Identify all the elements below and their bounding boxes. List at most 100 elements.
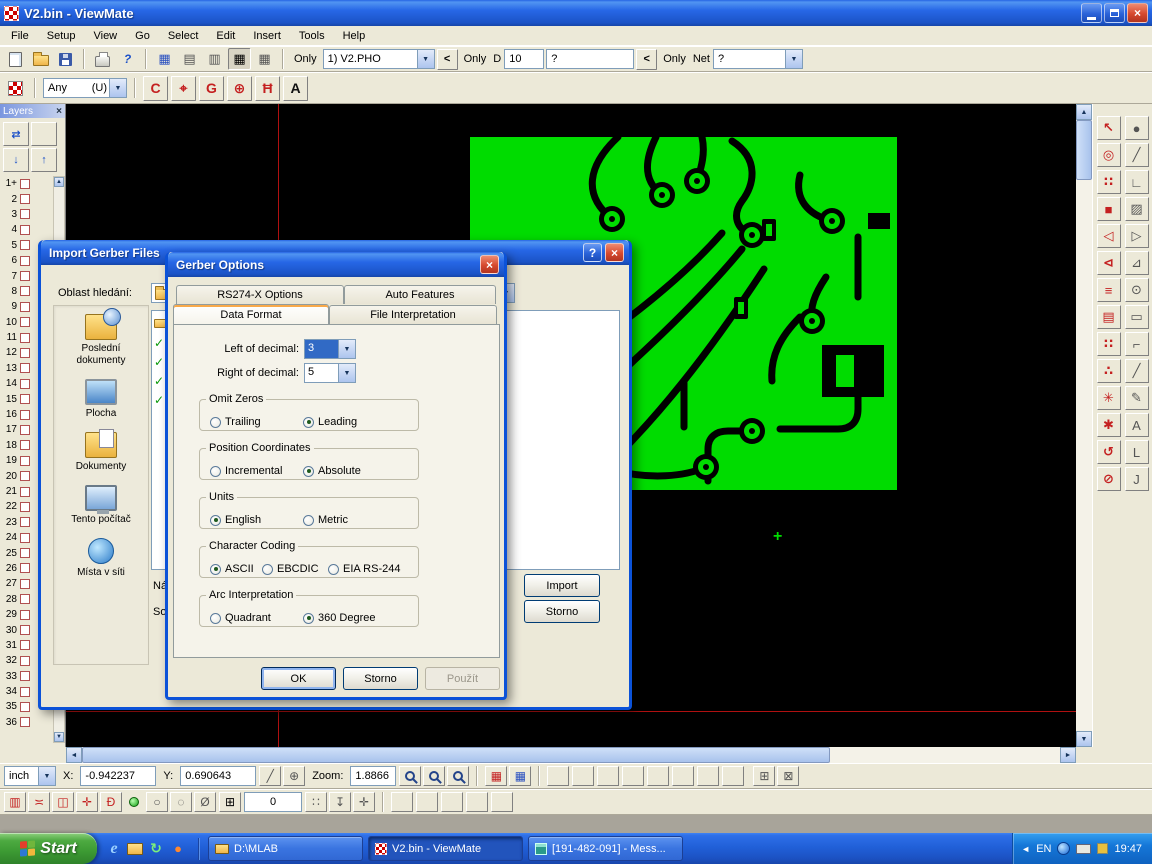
right-of-decimal-select[interactable]: 5 ▼: [304, 363, 356, 383]
layer-options-icon[interactable]: [31, 122, 57, 146]
layer-visibility-box[interactable]: [20, 440, 30, 450]
crosshair-tool-icon[interactable]: ⌖: [171, 76, 196, 101]
tray-collapse-icon[interactable]: ◄: [1021, 844, 1030, 854]
scroll-left-icon[interactable]: ◄: [66, 747, 82, 763]
grid-dots-icon[interactable]: ∷: [305, 792, 327, 812]
layer-visibility-box[interactable]: [20, 517, 30, 527]
rotate-icon[interactable]: ↺: [1097, 440, 1121, 464]
radio-metric[interactable]: Metric: [303, 514, 348, 526]
scroll-thumb[interactable]: [82, 747, 830, 763]
pattern-grid-icon[interactable]: [572, 766, 594, 786]
radio-leading[interactable]: Leading: [303, 416, 357, 428]
text-tool-icon[interactable]: A: [283, 76, 308, 101]
start-button[interactable]: Start: [0, 833, 97, 864]
target-tool-icon[interactable]: ⊕: [227, 76, 252, 101]
mirror-left-icon[interactable]: ◁: [1097, 224, 1121, 248]
chevron-down-icon[interactable]: ▼: [38, 767, 55, 785]
layer-visibility-box[interactable]: [20, 471, 30, 481]
pan-icon[interactable]: ◎: [1097, 143, 1121, 167]
new-file-icon[interactable]: [4, 48, 27, 70]
lamp-off-icon[interactable]: ○: [146, 792, 168, 812]
dcode-input[interactable]: 10: [504, 49, 544, 69]
restore-button[interactable]: [1104, 3, 1125, 23]
pattern-dot-icon[interactable]: [441, 792, 463, 812]
chevron-down-icon[interactable]: ▼: [417, 50, 434, 68]
pattern-grid-icon[interactable]: [722, 766, 744, 786]
context-help-icon[interactable]: ?: [116, 48, 139, 70]
add-element-icon[interactable]: ✛: [76, 792, 98, 812]
radio-incremental[interactable]: Incremental: [210, 465, 282, 477]
layer-visibility-box[interactable]: [20, 379, 30, 389]
draw-triangle-icon[interactable]: ▷: [1125, 224, 1149, 248]
place-item[interactable]: Místa v síti: [54, 530, 148, 583]
fill-pattern-icon[interactable]: ▤: [1097, 305, 1121, 329]
ok-button[interactable]: OK: [261, 667, 336, 690]
sync-arrows-icon[interactable]: ↻: [147, 840, 165, 858]
radio-english[interactable]: English: [210, 514, 261, 526]
select-cursor-icon[interactable]: ↖: [1097, 116, 1121, 140]
pattern-grid-icon[interactable]: [597, 766, 619, 786]
chevron-down-icon[interactable]: ▼: [338, 364, 355, 382]
pattern-grid-icon[interactable]: [547, 766, 569, 786]
place-item[interactable]: Tento počítač: [54, 477, 148, 530]
close-button[interactable]: ×: [605, 243, 624, 262]
zoom-out-icon[interactable]: [423, 766, 445, 786]
layer-visibility-box[interactable]: [20, 209, 30, 219]
folder-shortcut-icon[interactable]: [127, 843, 143, 855]
net-table-icon[interactable]: ▦: [253, 48, 276, 70]
gerber-options-titlebar[interactable]: Gerber Options ×: [168, 252, 504, 277]
step-repeat-icon[interactable]: ∷: [1097, 332, 1121, 356]
swap-layer-icon[interactable]: ◫: [52, 792, 74, 812]
horizontal-scrollbar[interactable]: ◄ ►: [66, 747, 1076, 763]
layer-row[interactable]: 36: [2, 715, 52, 730]
tray-app-icon[interactable]: [1057, 842, 1070, 855]
pattern-icon[interactable]: [391, 792, 413, 812]
close-icon[interactable]: ×: [56, 106, 62, 117]
draw-hatch-rect-icon[interactable]: ▨: [1125, 197, 1149, 221]
layer-visibility-box[interactable]: [20, 225, 30, 235]
radio-quadrant[interactable]: Quadrant: [210, 612, 271, 624]
layer-row[interactable]: 1+: [2, 176, 52, 191]
tab-data-format[interactable]: Data Format: [173, 304, 329, 324]
layer-visibility-box[interactable]: [20, 548, 30, 558]
draw-slash-icon[interactable]: ╱: [1125, 359, 1149, 383]
menu-item[interactable]: Help: [334, 27, 375, 45]
layer-visibility-box[interactable]: [20, 717, 30, 727]
layer-row[interactable]: 4: [2, 222, 52, 237]
tray-status-icon[interactable]: [1097, 843, 1108, 854]
dots-icon[interactable]: ∴: [1097, 359, 1121, 383]
layer-visibility-box[interactable]: [20, 363, 30, 373]
layer-visibility-box[interactable]: [20, 656, 30, 666]
scroll-right-icon[interactable]: ►: [1060, 747, 1076, 763]
layer-visibility-box[interactable]: [20, 579, 30, 589]
place-item[interactable]: Plocha: [54, 371, 148, 424]
pattern-icon[interactable]: [416, 792, 438, 812]
layer-visibility-box[interactable]: [20, 333, 30, 343]
open-file-icon[interactable]: [29, 48, 52, 70]
storno-button[interactable]: Storno: [524, 600, 600, 623]
radio-ascii[interactable]: ASCII: [210, 563, 254, 575]
layer-table-icon[interactable]: ▥: [203, 48, 226, 70]
diameter-icon[interactable]: Ø: [194, 792, 216, 812]
draw-l-icon[interactable]: L: [1125, 440, 1149, 464]
close-button[interactable]: ×: [480, 255, 499, 274]
tab-rs274x-options[interactable]: RS274-X Options: [176, 285, 344, 304]
layer-visibility-box[interactable]: [20, 687, 30, 697]
sketch-icon[interactable]: ✎: [1125, 386, 1149, 410]
place-item[interactable]: Dokumenty: [54, 424, 148, 477]
radio-eia-rs244[interactable]: EIA RS-244: [328, 563, 400, 575]
layers-panel-caption[interactable]: Layers ×: [0, 104, 65, 118]
draw-line-icon[interactable]: ╱: [1125, 143, 1149, 167]
pattern-grid-icon[interactable]: [622, 766, 644, 786]
menu-item[interactable]: File: [2, 27, 38, 45]
aperture-list-icon[interactable]: ▤: [178, 48, 201, 70]
radio-absolute[interactable]: Absolute: [303, 465, 361, 477]
layer-visibility-box[interactable]: [20, 348, 30, 358]
menu-item[interactable]: Insert: [244, 27, 290, 45]
menu-item[interactable]: Go: [126, 27, 159, 45]
grid-table-red-icon[interactable]: ▦: [485, 766, 507, 786]
layer-visibility-box[interactable]: [20, 563, 30, 573]
zoom-window-icon[interactable]: [447, 766, 469, 786]
draw-rect-icon[interactable]: ▭: [1125, 305, 1149, 329]
pattern-grid-icon[interactable]: [672, 766, 694, 786]
